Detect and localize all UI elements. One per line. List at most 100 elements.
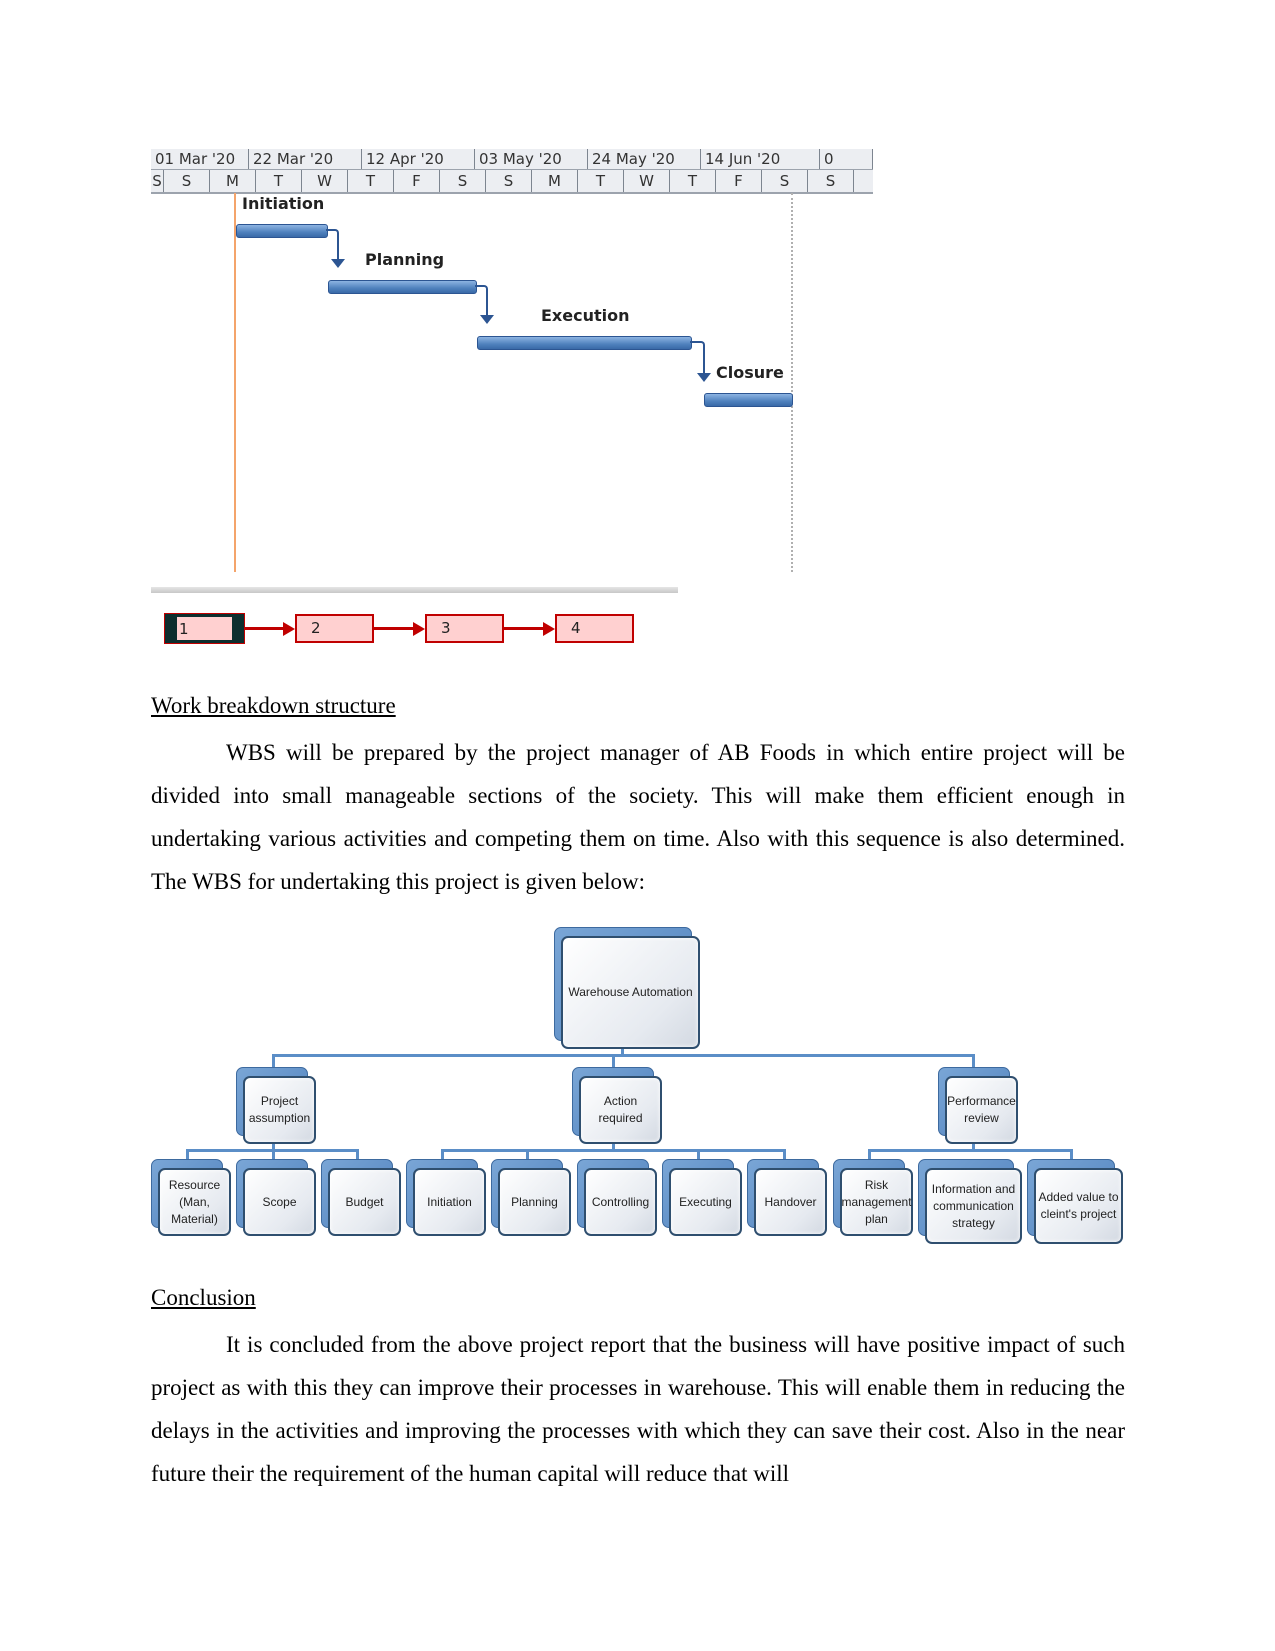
network-link (504, 627, 543, 630)
dependency-link (690, 341, 705, 373)
timescale-label: 12 Apr '20 (362, 149, 475, 169)
wbs-node[interactable]: Scope (236, 1159, 316, 1236)
timescale-label: 01 Mar '20 (151, 149, 249, 169)
wbs-connector (441, 1149, 444, 1159)
day-label: S (440, 170, 486, 192)
timescale-label: 22 Mar '20 (249, 149, 362, 169)
wbs-node[interactable]: Initiation (406, 1159, 486, 1236)
task-bar-execution[interactable] (477, 336, 692, 350)
network-node[interactable]: 4 (555, 614, 634, 643)
day-label: S (151, 170, 164, 192)
wbs-node[interactable]: Executing (662, 1159, 742, 1236)
wbs-node-label: Added value to cleint's project (1034, 1168, 1123, 1244)
conclusion-paragraph: It is concluded from the above project r… (151, 1332, 1125, 1486)
wbs-node-label: Warehouse Automation (561, 936, 700, 1049)
day-label: S (486, 170, 532, 192)
day-label: T (348, 170, 394, 192)
wbs-node[interactable]: Budget (321, 1159, 401, 1236)
task-label-planning: Planning (365, 250, 445, 269)
section-heading-wbs: Work breakdown structure (151, 693, 396, 718)
task-bar-closure[interactable] (704, 393, 793, 407)
section-heading-conclusion: Conclusion (151, 1285, 256, 1310)
task-label-initiation: Initiation (242, 194, 325, 213)
dependency-arrow-icon (480, 315, 494, 324)
day-label: S (808, 170, 854, 192)
wbs-node[interactable]: Risk management plan (833, 1159, 913, 1236)
wbs-node-performance-review[interactable]: Performance review (938, 1067, 1018, 1144)
wbs-paragraph: WBS will be prepared by the project mana… (151, 740, 1125, 894)
wbs-connector (868, 1149, 871, 1159)
task-bar-initiation[interactable] (236, 224, 328, 238)
wbs-connector (272, 1149, 275, 1159)
day-label: T (256, 170, 302, 192)
day-label: F (394, 170, 440, 192)
wbs-node[interactable]: Information and communication strategy (918, 1159, 1022, 1244)
wbs-connector (612, 1054, 615, 1068)
wbs-node[interactable]: Resource (Man, Material) (151, 1159, 231, 1236)
gantt-chart: 01 Mar '20 22 Mar '20 12 Apr '20 03 May … (151, 149, 873, 589)
wbs-node-label: Planning (498, 1168, 571, 1236)
network-link (245, 627, 283, 630)
wbs-root-node[interactable]: Warehouse Automation (554, 927, 700, 1049)
dependency-arrow-icon (331, 259, 345, 268)
wbs-connector (868, 1149, 1072, 1152)
dependency-link (475, 285, 488, 316)
day-label: M (532, 170, 578, 192)
wbs-node-label: Initiation (413, 1168, 486, 1236)
wbs-connector (1070, 1149, 1073, 1159)
network-node[interactable]: 1 (164, 613, 245, 644)
arrow-head-icon (413, 622, 425, 636)
wbs-node-label: Action required (579, 1076, 662, 1144)
network-link (374, 627, 413, 630)
wbs-node-label: Handover (754, 1168, 827, 1236)
task-label-closure: Closure (716, 363, 784, 382)
timescale-major: 01 Mar '20 22 Mar '20 12 Apr '20 03 May … (151, 149, 873, 170)
dependency-link (326, 229, 339, 260)
wbs-node[interactable]: Controlling (577, 1159, 657, 1236)
wbs-connector (272, 1054, 275, 1068)
pane-divider[interactable] (151, 587, 678, 593)
wbs-connector (972, 1054, 975, 1068)
today-line (234, 193, 236, 572)
network-node[interactable]: 3 (425, 614, 504, 643)
arrow-head-icon (283, 622, 295, 636)
deadline-line (791, 193, 793, 572)
wbs-node-label: Executing (669, 1168, 742, 1236)
day-label: S (164, 170, 210, 192)
wbs-node[interactable]: Handover (747, 1159, 827, 1236)
dependency-arrow-icon (697, 373, 711, 382)
day-label: T (670, 170, 716, 192)
task-bar-planning[interactable] (328, 280, 477, 294)
wbs-connector (356, 1149, 359, 1159)
arrow-head-icon (543, 622, 555, 636)
wbs-node[interactable]: Added value to cleint's project (1027, 1159, 1123, 1244)
wbs-node-label: Project assumption (243, 1076, 316, 1144)
wbs-node-label: Scope (243, 1168, 316, 1236)
timescale-label: 24 May '20 (588, 149, 701, 169)
wbs-node-label: Information and communication strategy (925, 1168, 1022, 1244)
wbs-node-action-required[interactable]: Action required (572, 1067, 662, 1144)
timescale-minor: S S M T W T F S S M T W T F S S (151, 170, 873, 194)
wbs-connector (186, 1149, 189, 1159)
timescale-label: 03 May '20 (475, 149, 588, 169)
day-label: M (210, 170, 256, 192)
day-label: F (716, 170, 762, 192)
day-label: W (302, 170, 348, 192)
wbs-node[interactable]: Planning (491, 1159, 571, 1236)
wbs-node-label: Resource (Man, Material) (158, 1168, 231, 1236)
task-label-execution: Execution (541, 306, 630, 325)
timescale-label: 14 Jun '20 (701, 149, 820, 169)
network-node[interactable]: 2 (295, 614, 374, 643)
wbs-node-label: Budget (328, 1168, 401, 1236)
timescale-label: 0 (820, 149, 873, 169)
wbs-connector (697, 1149, 700, 1159)
wbs-connector (783, 1149, 786, 1159)
wbs-node-label: Controlling (584, 1168, 657, 1236)
day-label: W (624, 170, 670, 192)
wbs-node-label: Performance review (945, 1076, 1018, 1144)
day-label: T (578, 170, 624, 192)
day-label: S (762, 170, 808, 192)
wbs-node-label: Risk management plan (840, 1168, 913, 1236)
wbs-connector (526, 1149, 529, 1159)
wbs-node-project-assumption[interactable]: Project assumption (236, 1067, 316, 1144)
